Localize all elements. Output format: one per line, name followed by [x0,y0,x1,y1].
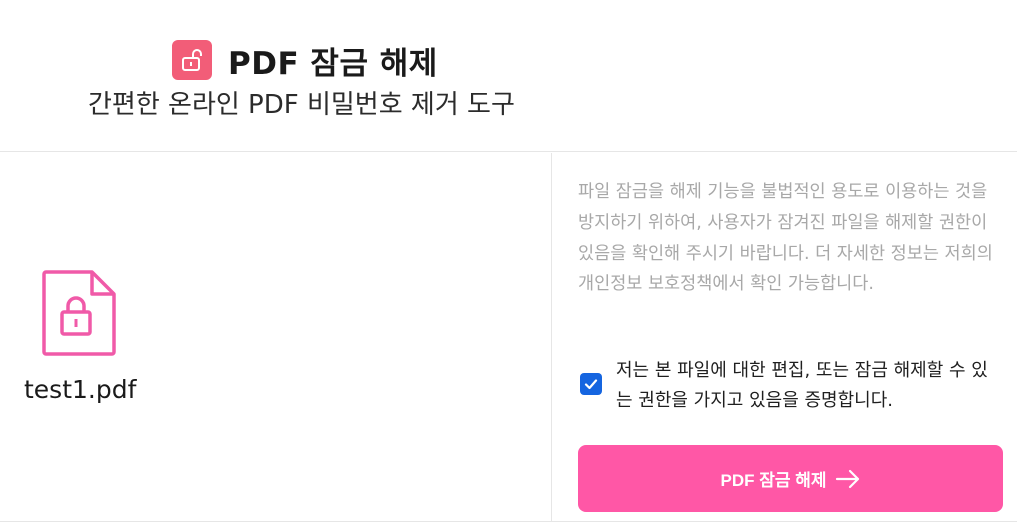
unlock-icon [172,40,212,80]
title-row: PDF 잠금 해제 [172,40,438,82]
unlock-button-label: PDF 잠금 해제 [720,471,827,490]
checkmark-icon [584,379,598,390]
consent-row[interactable]: 저는 본 파일에 대한 편집, 또는 잠금 해제할 수 있는 권한을 가지고 있… [580,356,1010,416]
bottom-divider [0,521,1017,522]
consent-label: 저는 본 파일에 대한 편집, 또는 잠금 해제할 수 있는 권한을 가지고 있… [616,360,988,411]
page-subtitle: 간편한 온라인 PDF 비밀번호 제거 도구 [88,90,515,120]
consent-checkbox[interactable] [580,373,602,395]
file-preview-panel: test1.pdf [0,153,552,521]
page-title: PDF 잠금 해제 [228,45,438,82]
page-header: PDF 잠금 해제 간편한 온라인 PDF 비밀번호 제거 도구 [0,0,1017,152]
unlock-pdf-button[interactable]: PDF 잠금 해제 [578,445,1003,512]
locked-file-icon [40,266,120,360]
arrow-right-icon [835,469,859,488]
legal-notice: 파일 잠금을 해제 기능을 불법적인 용도로 이용하는 것을 방지하기 위하여,… [578,182,993,295]
file-name: test1.pdf [24,375,137,404]
unlock-options-panel: 파일 잠금을 해제 기능을 불법적인 용도로 이용하는 것을 방지하기 위하여,… [553,153,1017,521]
